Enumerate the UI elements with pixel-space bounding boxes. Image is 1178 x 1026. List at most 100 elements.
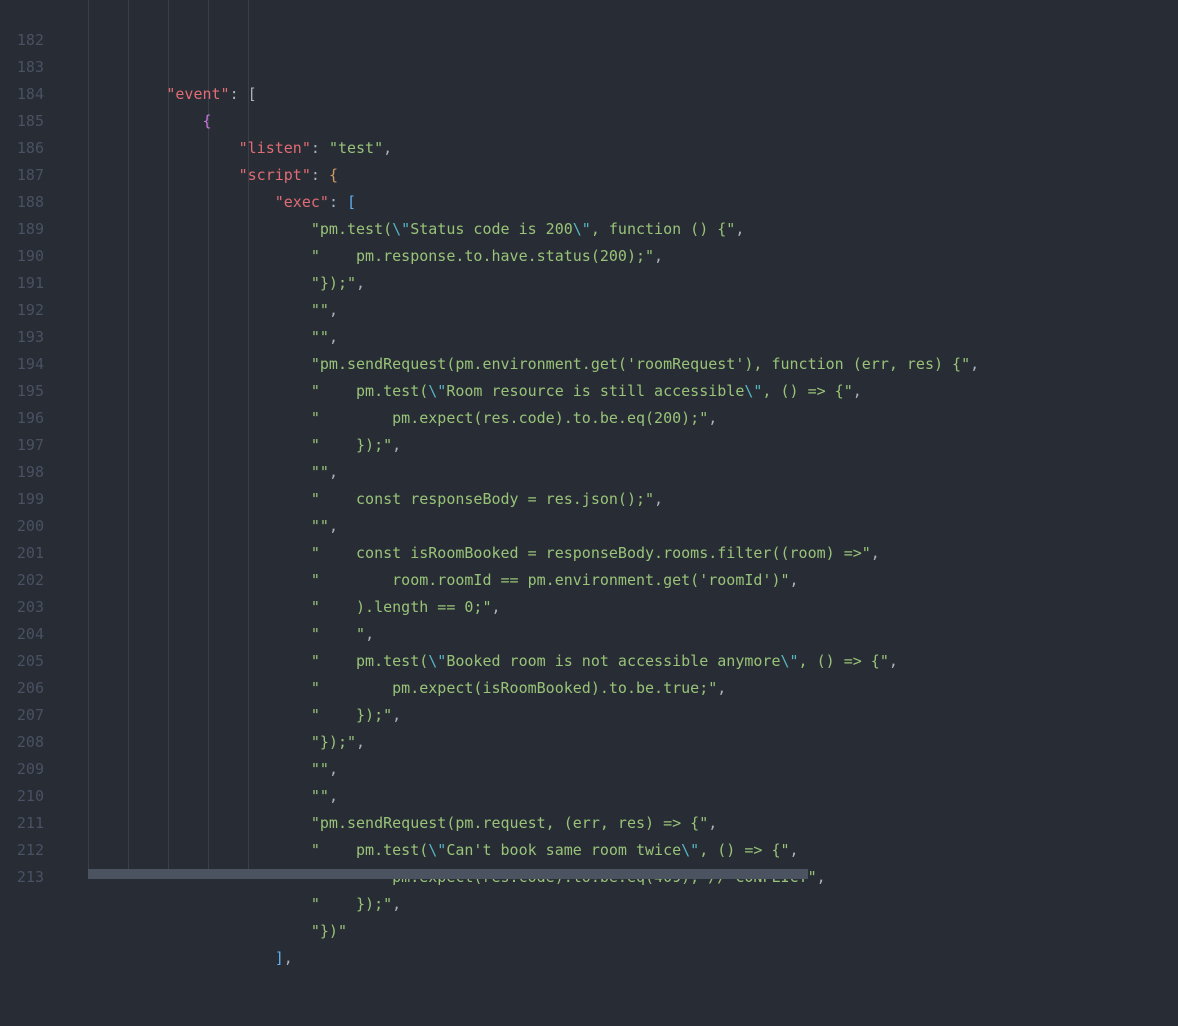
line-number: 201 (0, 540, 44, 567)
horizontal-scrollbar-thumb[interactable] (88, 869, 808, 879)
token-str: "" (311, 760, 329, 778)
whitespace (58, 787, 311, 805)
whitespace (58, 355, 311, 373)
whitespace (58, 733, 311, 751)
code-line[interactable]: " pm.test(\"Booked room is not accessibl… (58, 648, 1178, 675)
token-punc: , (817, 868, 826, 886)
code-line[interactable]: " pm.test(\"Can't book same room twice\"… (58, 837, 1178, 864)
token-punc: , (790, 841, 799, 859)
line-number: 194 (0, 351, 44, 378)
token-punc: , (654, 247, 663, 265)
code-line[interactable]: "pm.sendRequest(pm.request, (err, res) =… (58, 810, 1178, 837)
code-line[interactable]: "})" (58, 918, 1178, 945)
token-punc: , (329, 787, 338, 805)
code-line[interactable]: "pm.test(\"Status code is 200\", functio… (58, 216, 1178, 243)
whitespace (58, 949, 275, 967)
code-line[interactable]: " pm.expect(isRoomBooked).to.be.true;", (58, 675, 1178, 702)
line-number: 205 (0, 648, 44, 675)
token-punc: , (329, 463, 338, 481)
line-number: 196 (0, 405, 44, 432)
code-line[interactable]: ], (58, 945, 1178, 972)
token-esc: \" (573, 220, 591, 238)
code-line[interactable]: "script": { (58, 162, 1178, 189)
line-number: 186 (0, 135, 44, 162)
code-line[interactable]: "event": [ (58, 81, 1178, 108)
token-str: "pm.test( (311, 220, 392, 238)
token-str: " ).length == 0;" (311, 598, 492, 616)
token-str: " pm.response.to.have.status(200);" (311, 247, 654, 265)
whitespace (58, 652, 311, 670)
token-str: Room resource is still accessible (446, 382, 744, 400)
line-number-gutter: 1821831841851861871881891901911921931941… (0, 0, 58, 879)
token-str: "" (311, 463, 329, 481)
code-line[interactable]: " ).length == 0;", (58, 594, 1178, 621)
line-number (0, 0, 44, 27)
code-line[interactable]: "", (58, 459, 1178, 486)
token-str: , () => {" (799, 652, 889, 670)
whitespace (58, 139, 239, 157)
line-number: 199 (0, 486, 44, 513)
line-number: 189 (0, 216, 44, 243)
line-number: 212 (0, 837, 44, 864)
whitespace (58, 706, 311, 724)
token-str: " const responseBody = res.json();" (311, 490, 654, 508)
line-number: 210 (0, 783, 44, 810)
code-line[interactable]: " pm.expect(res.code).to.be.eq(200);", (58, 405, 1178, 432)
code-line[interactable]: " });", (58, 702, 1178, 729)
token-str: , () => {" (699, 841, 789, 859)
whitespace (58, 544, 311, 562)
code-line[interactable]: "listen": "test", (58, 135, 1178, 162)
code-line[interactable]: "", (58, 756, 1178, 783)
code-line[interactable]: { (58, 108, 1178, 135)
code-area[interactable]: "event": [ { "listen": "test", "script":… (58, 0, 1178, 879)
token-str: " pm.test( (311, 841, 428, 859)
whitespace (58, 85, 166, 103)
line-number: 190 (0, 243, 44, 270)
whitespace (58, 922, 311, 940)
token-key: "exec" (275, 193, 329, 211)
line-number: 209 (0, 756, 44, 783)
token-punc: , (717, 679, 726, 697)
code-line[interactable]: " ", (58, 621, 1178, 648)
code-line[interactable]: "exec": [ (58, 189, 1178, 216)
token-str: " " (311, 625, 365, 643)
whitespace (58, 760, 311, 778)
code-line[interactable]: "", (58, 783, 1178, 810)
code-editor[interactable]: 1821831841851861871881891901911921931941… (0, 0, 1178, 879)
line-number: 198 (0, 459, 44, 486)
whitespace (58, 814, 311, 832)
code-line[interactable]: " pm.response.to.have.status(200);", (58, 243, 1178, 270)
code-line[interactable]: " room.roomId == pm.environment.get('roo… (58, 567, 1178, 594)
token-brace3: [ (347, 193, 356, 211)
token-str: "});" (311, 274, 356, 292)
line-number: 197 (0, 432, 44, 459)
code-line[interactable]: " });", (58, 432, 1178, 459)
line-number: 184 (0, 81, 44, 108)
token-punc: : [ (230, 85, 257, 103)
token-esc: \" (428, 382, 446, 400)
token-str: "" (311, 328, 329, 346)
line-number: 188 (0, 189, 44, 216)
token-str: , () => {" (762, 382, 852, 400)
code-line[interactable]: "", (58, 297, 1178, 324)
whitespace (58, 409, 311, 427)
code-line[interactable]: "pm.sendRequest(pm.environment.get('room… (58, 351, 1178, 378)
whitespace (58, 490, 311, 508)
code-line[interactable]: "", (58, 324, 1178, 351)
code-line[interactable]: " const responseBody = res.json();", (58, 486, 1178, 513)
token-str: " room.roomId == pm.environment.get('roo… (311, 571, 790, 589)
code-line[interactable]: "", (58, 513, 1178, 540)
code-line[interactable]: "});", (58, 270, 1178, 297)
line-number: 208 (0, 729, 44, 756)
token-str: "" (311, 517, 329, 535)
code-line[interactable]: " const isRoomBooked = responseBody.room… (58, 540, 1178, 567)
token-punc: , (853, 382, 862, 400)
token-punc: , (889, 652, 898, 670)
token-brace2: { (329, 166, 338, 184)
token-str: , function () {" (591, 220, 736, 238)
code-line[interactable]: " });", (58, 891, 1178, 918)
code-line[interactable]: "});", (58, 729, 1178, 756)
code-line[interactable]: " pm.test(\"Room resource is still acces… (58, 378, 1178, 405)
line-number: 204 (0, 621, 44, 648)
line-number: 187 (0, 162, 44, 189)
